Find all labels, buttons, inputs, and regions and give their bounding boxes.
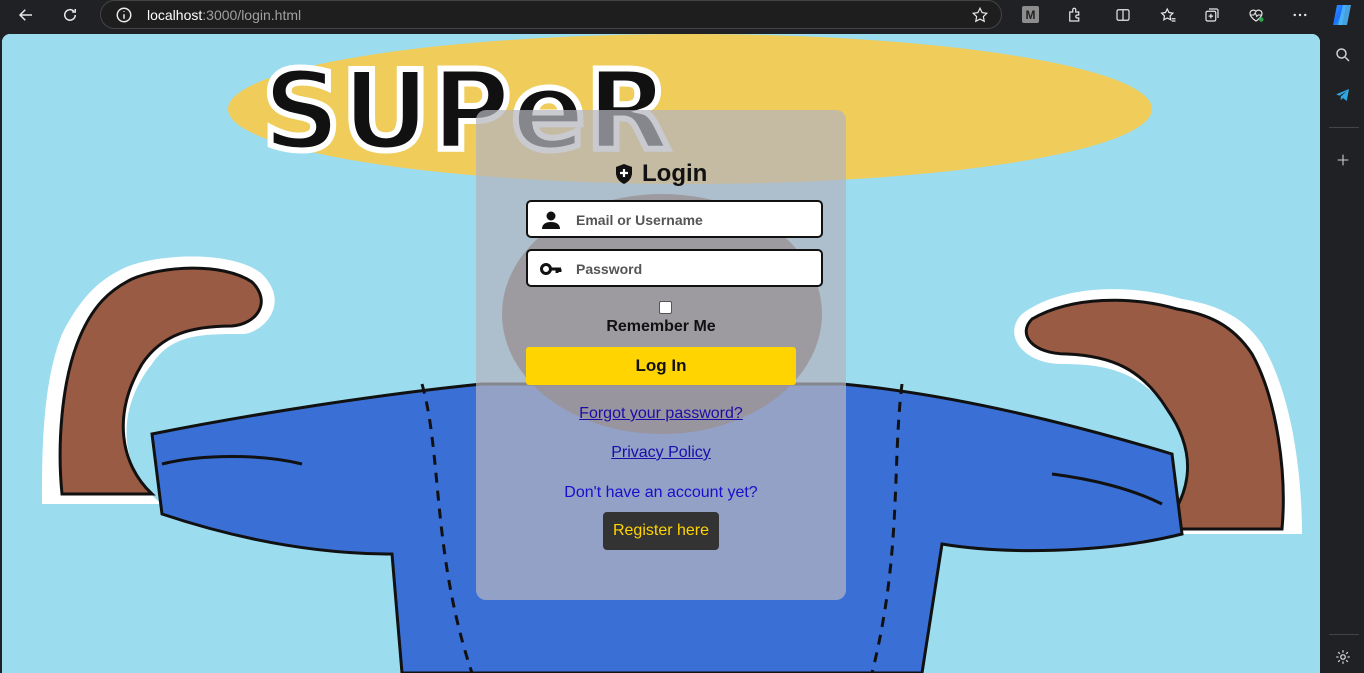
copilot-icon[interactable]: [1329, 3, 1355, 27]
password-input[interactable]: [576, 257, 812, 281]
username-field[interactable]: [526, 200, 823, 238]
log-in-button[interactable]: Log In: [526, 347, 796, 385]
favorite-star-icon[interactable]: [971, 6, 989, 24]
forgot-password-link[interactable]: Forgot your password?: [476, 405, 846, 423]
remember-me-label: Remember Me: [606, 318, 716, 335]
no-account-text: Don't have an account yet?: [564, 484, 758, 501]
extension-m-icon[interactable]: M: [1022, 6, 1039, 23]
login-card: Login Remember Me Log In Forgot your pas…: [476, 110, 846, 600]
add-icon[interactable]: [1332, 149, 1354, 171]
more-options-icon[interactable]: [1288, 3, 1312, 27]
url-host: localhost: [147, 7, 203, 23]
key-icon: [540, 263, 562, 275]
address-bar[interactable]: localhost:3000/login.html: [100, 0, 1002, 29]
back-arrow-icon[interactable]: [14, 3, 38, 27]
url-text[interactable]: localhost:3000/login.html: [147, 7, 301, 23]
telegram-icon[interactable]: [1332, 84, 1354, 106]
password-field[interactable]: [526, 249, 823, 287]
sidebar-divider: [1329, 127, 1359, 128]
browser-sidebar: [1323, 34, 1364, 673]
favorites-icon[interactable]: [1156, 3, 1180, 27]
username-input[interactable]: [576, 208, 812, 232]
collections-icon[interactable]: [1200, 3, 1224, 27]
extensions-puzzle-icon[interactable]: [1063, 3, 1087, 27]
remember-me-checkbox[interactable]: [659, 301, 672, 314]
privacy-policy-link[interactable]: Privacy Policy: [476, 444, 846, 462]
split-screen-icon[interactable]: [1111, 3, 1135, 27]
url-path: :3000/login.html: [202, 7, 302, 23]
shield-plus-icon: [616, 164, 632, 184]
browser-toolbar: localhost:3000/login.html M: [0, 0, 1364, 30]
refresh-icon[interactable]: [58, 3, 82, 27]
login-title-text: Login: [642, 160, 708, 187]
sidebar-divider: [1329, 634, 1359, 635]
settings-gear-icon[interactable]: [1332, 646, 1354, 668]
register-button[interactable]: Register here: [603, 512, 719, 550]
user-icon: [542, 211, 560, 229]
page-viewport: SUPeR Login Email or Username Remember M…: [2, 34, 1320, 673]
search-icon[interactable]: [1332, 44, 1354, 66]
login-title: Login: [614, 160, 707, 188]
site-info-icon[interactable]: [115, 6, 133, 24]
browser-essentials-icon[interactable]: [1244, 3, 1268, 27]
